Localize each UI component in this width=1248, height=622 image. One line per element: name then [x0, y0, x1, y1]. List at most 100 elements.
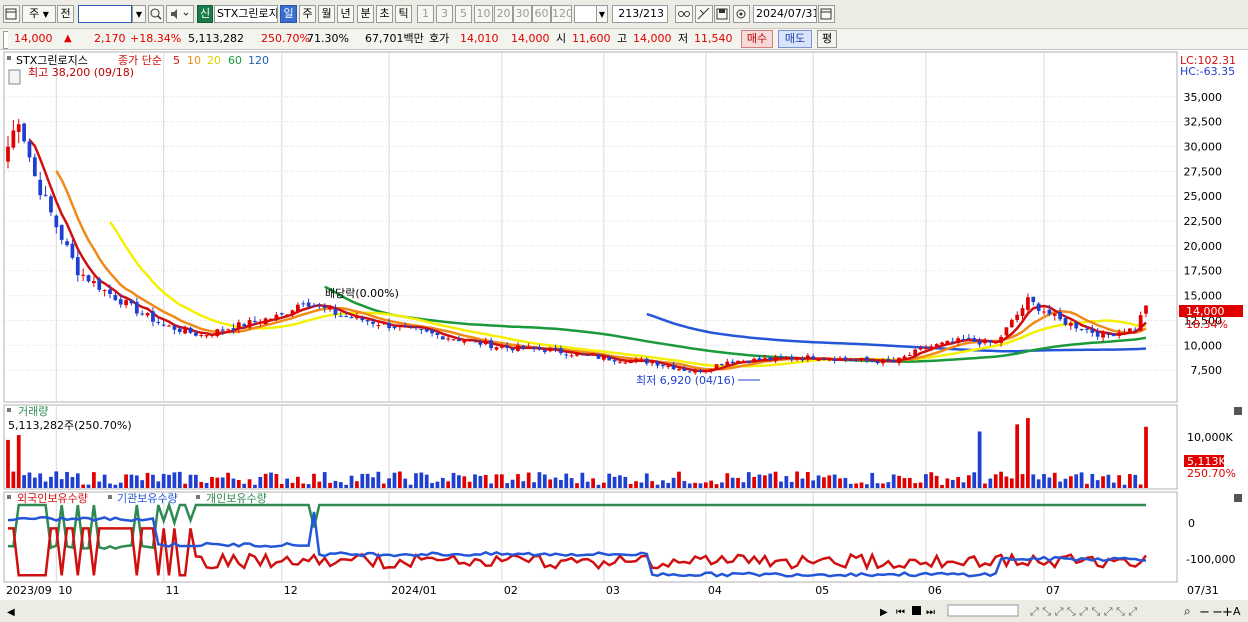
gear-icon[interactable] — [733, 5, 750, 23]
volume-bar — [129, 474, 134, 488]
sell-button[interactable]: 매도 — [778, 30, 812, 48]
candle-body — [194, 332, 198, 336]
high-note-icon — [8, 69, 21, 85]
volume-bar — [950, 479, 955, 488]
volume-bar — [966, 475, 971, 488]
candle-body — [811, 356, 816, 360]
volume-bar — [618, 475, 622, 488]
volume-bar — [113, 484, 118, 488]
chart-type-select[interactable]: 주 ▼ — [22, 5, 56, 23]
interval-10-button[interactable]: 10 — [474, 5, 493, 23]
holdings-panel-close-icon[interactable] — [1234, 494, 1242, 502]
trade-volume: 5,113,282 — [188, 32, 244, 45]
interval-120-button[interactable]: 120 — [551, 5, 572, 23]
candle-body — [703, 370, 708, 372]
volume-bar — [242, 483, 247, 488]
zoom-in-icon[interactable]: + — [1222, 605, 1233, 620]
candle-body — [854, 359, 859, 361]
period-month-tab[interactable]: 월 — [318, 5, 335, 23]
candle-body — [102, 290, 107, 292]
jump-start-icon[interactable]: ⏮ — [896, 607, 905, 618]
zoom-search-icon[interactable]: ⌕ — [1184, 604, 1191, 618]
volume-bar — [564, 473, 569, 488]
volume-bar — [559, 479, 563, 488]
volume-bar — [768, 473, 773, 488]
volume-bar — [827, 475, 832, 488]
calendar-icon[interactable] — [818, 5, 835, 23]
candle-body — [805, 355, 810, 359]
average-button[interactable]: 평 — [817, 30, 837, 48]
interval-1-button[interactable]: 1 — [417, 5, 434, 23]
volume-bar — [172, 472, 177, 488]
interval-5-button[interactable]: 5 — [455, 5, 472, 23]
save-icon[interactable] — [714, 5, 730, 23]
stop-icon[interactable] — [912, 606, 921, 615]
link-icon[interactable] — [675, 5, 693, 23]
scroll-left-icon[interactable]: ◀ — [7, 607, 15, 618]
volume-bar — [1026, 418, 1030, 488]
interval-30-button[interactable]: 30 — [513, 5, 532, 23]
market-button[interactable]: 전 — [57, 5, 74, 23]
zoom-range-slider[interactable] — [947, 604, 1019, 617]
candle-body — [575, 353, 579, 356]
date-input[interactable]: 2024/07/31 — [753, 5, 817, 23]
chart-window-icon[interactable] — [3, 5, 20, 23]
volume-bar — [575, 483, 579, 488]
volume-bar — [881, 483, 885, 488]
stock-chart[interactable]: 7,50010,00012,50015,00017,50020,00022,50… — [0, 50, 1248, 622]
buy-button[interactable]: 매수 — [741, 30, 773, 48]
volume-bar — [693, 482, 697, 488]
candle-body — [1111, 333, 1116, 337]
search-icon[interactable] — [148, 5, 164, 23]
candle-body — [559, 348, 563, 354]
period-week-tab[interactable]: 주 — [299, 5, 316, 23]
candle-body — [709, 369, 714, 371]
ma-period-120: 120 — [248, 54, 269, 67]
interval-3-button[interactable]: 3 — [436, 5, 453, 23]
crosshair-tool-icon[interactable] — [695, 5, 713, 23]
candle-body — [763, 358, 767, 361]
candle-body — [32, 157, 37, 177]
high-price: 14,000 — [633, 32, 672, 45]
volume-panel-close-icon[interactable] — [1234, 407, 1242, 415]
volume-bar — [1111, 482, 1116, 488]
data-count-field[interactable]: 213/213 — [612, 5, 668, 23]
volume-bar — [333, 480, 338, 488]
bid-price: 14,010 — [460, 32, 499, 45]
candle-body — [1090, 329, 1095, 333]
period-tick-tab[interactable]: 틱 — [395, 5, 412, 23]
scroll-right-icon[interactable]: ▶ — [880, 607, 888, 618]
candle-body — [838, 358, 842, 361]
volume-bar — [698, 483, 703, 488]
candle-body — [945, 340, 950, 344]
stock-code-input[interactable]: 465770 — [78, 5, 132, 23]
custom-interval-chevron-icon[interactable]: ▼ — [596, 5, 608, 23]
candle-body — [929, 346, 934, 349]
candle-body — [1042, 311, 1046, 313]
volume-bar — [473, 474, 477, 488]
drawing-tools-icon[interactable]: ⤢ ⤡ ⤢ ⤡ ⤢ ⤡ ⤢ ⤡ ⤢ — [1030, 605, 1137, 618]
interval-60-button[interactable]: 60 — [532, 5, 551, 23]
jump-end-icon[interactable]: ⏭ — [926, 607, 935, 618]
volume-bar — [11, 471, 16, 488]
candle-body — [580, 353, 585, 355]
volume-bar — [435, 481, 440, 488]
volume-bar — [140, 480, 145, 488]
volume-bar — [746, 472, 751, 488]
period-year-tab[interactable]: 년 — [337, 5, 354, 23]
candle-body — [569, 355, 574, 357]
candle-body — [183, 327, 188, 334]
candle-body — [601, 356, 606, 360]
turnover-rate: 71.30% — [307, 32, 349, 45]
candle-body — [1047, 309, 1052, 315]
zoom-out-icon[interactable]: − — [1199, 605, 1210, 620]
speaker-icon[interactable] — [166, 5, 194, 23]
candle-body — [779, 356, 783, 358]
code-dropdown-chevron-icon[interactable]: ▼ — [132, 5, 146, 23]
ask-price: 14,000 — [511, 32, 550, 45]
period-second-tab[interactable]: 초 — [376, 5, 393, 23]
font-size-icon[interactable]: A — [1233, 605, 1241, 618]
period-minute-tab[interactable]: 분 — [357, 5, 374, 23]
interval-20-button[interactable]: 20 — [494, 5, 513, 23]
period-day-tab[interactable]: 일 — [280, 5, 297, 23]
